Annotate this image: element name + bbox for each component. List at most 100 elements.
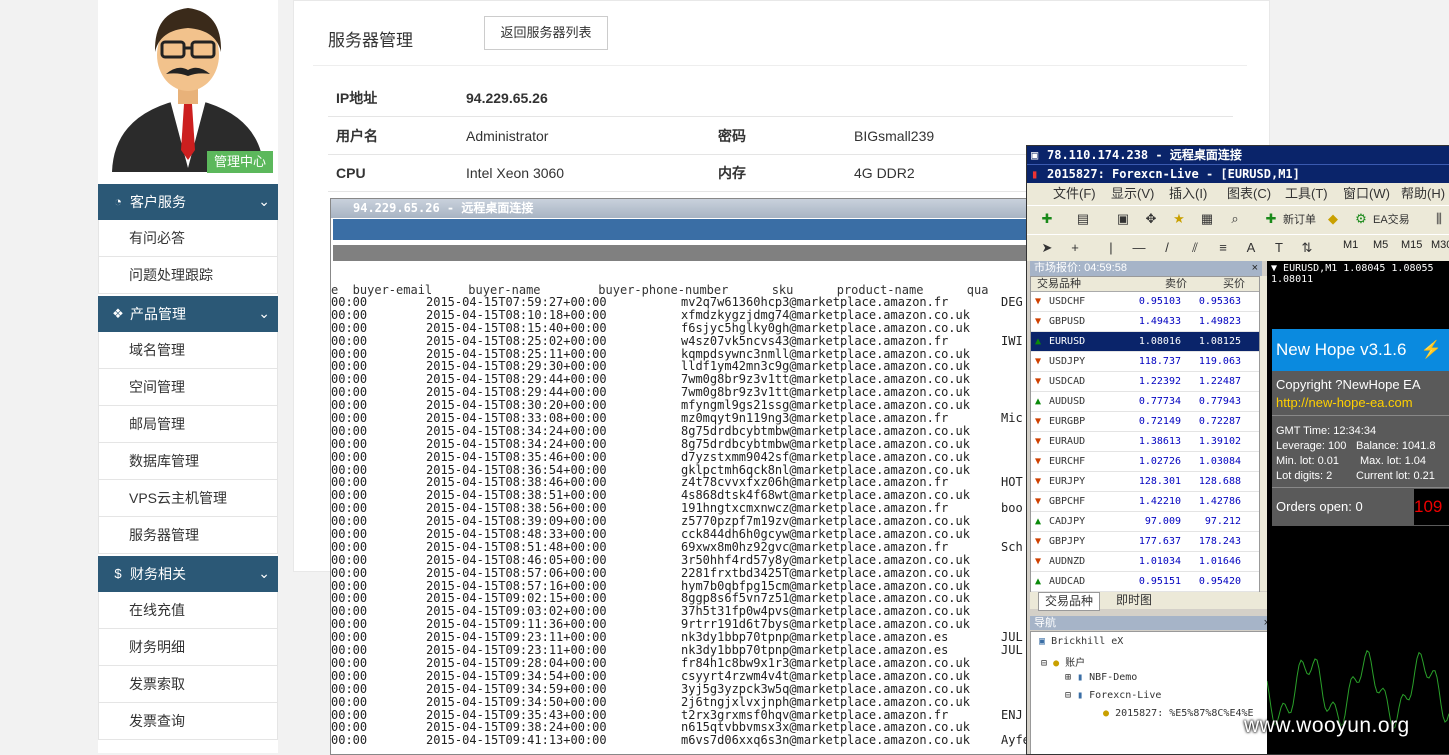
timeframe-m30[interactable]: M30	[1431, 239, 1449, 251]
lightning-icon: ⚡	[1420, 340, 1442, 359]
new-order-button[interactable]: 新订单	[1283, 211, 1316, 227]
fibonacci-icon[interactable]: ≡	[1213, 238, 1233, 258]
sidebar-item-issue-tracking[interactable]: 问题处理跟踪	[98, 257, 278, 294]
sidebar-item-recharge[interactable]: 在线充值	[98, 592, 278, 629]
nav-account-item[interactable]: ● 2015827: %E5%87%8C%E4%E	[1103, 708, 1254, 719]
new-chart-icon[interactable]: ✚	[1037, 209, 1057, 229]
tab-symbols[interactable]: 交易品种	[1038, 592, 1101, 611]
crosshair-icon[interactable]: +	[1065, 238, 1085, 258]
quote-row[interactable]: ▼ USDCAD 1.22392 1.22487	[1031, 372, 1259, 392]
text-icon[interactable]: A	[1241, 238, 1261, 258]
arrows-icon[interactable]: ⇅	[1297, 238, 1317, 258]
terminal-line: 00:00 2015-04-15T08:48:33+00:00 cck844dh6h…	[331, 527, 970, 542]
label-icon[interactable]: T	[1269, 238, 1289, 258]
sidebar-item-database[interactable]: 数据库管理	[98, 443, 278, 480]
channel-icon[interactable]: ⫽	[1185, 238, 1205, 258]
admin-center-badge[interactable]: 管理中心	[207, 151, 273, 173]
ip-row: IP地址 94.229.65.26	[328, 80, 1233, 117]
close-icon[interactable]: ×	[1252, 261, 1258, 276]
nav-accounts[interactable]: ⊟ ● 账户	[1041, 654, 1085, 669]
ea-info-panel: Copyright ?NewHope EA http://new-hope-ea…	[1272, 371, 1449, 526]
menu-file[interactable]: 文件(F)	[1053, 183, 1096, 205]
sidebar-item-domains[interactable]: 域名管理	[98, 332, 278, 369]
terminal-icon: ▣	[1039, 636, 1046, 647]
arrow-down-icon: ▼	[1035, 476, 1042, 487]
sidebar-item-finance-detail[interactable]: 财务明细	[98, 629, 278, 666]
market-watch-icon[interactable]: ▣	[1113, 209, 1133, 229]
quote-row[interactable]: ▲ EURUSD 1.08016 1.08125	[1031, 332, 1259, 352]
mt4-title-bar[interactable]: ▮ 2015827: Forexcn-Live - [EURUSD,M1]	[1027, 164, 1449, 183]
nav-live-server[interactable]: ⊟ ▮ Forexcn-Live	[1065, 690, 1161, 701]
navigator-icon[interactable]: ★	[1169, 209, 1189, 229]
horizontal-line-icon[interactable]: —	[1129, 238, 1149, 258]
quote-row[interactable]: ▼ EURGBP 0.72149 0.72287	[1031, 412, 1259, 432]
market-watch-title: 市场报价: 04:59:58 ×	[1030, 261, 1262, 276]
chart-bars-icon[interactable]: ⫼	[1429, 209, 1449, 229]
section-product-management[interactable]: ❖ 产品管理 ⌄	[98, 296, 278, 332]
section-finance[interactable]: $ 财务相关 ⌄	[98, 556, 278, 592]
data-window-icon[interactable]: ✥	[1141, 209, 1161, 229]
price-chart[interactable]: ▼ EURUSD,M1 1.08045 1.08055 1.08011 New …	[1267, 261, 1449, 754]
dashboard-icon: ◔	[114, 194, 122, 209]
expand-icon: ⊞	[1065, 672, 1072, 683]
quote-row[interactable]: ▼ GBPCHF 1.42210 1.42786	[1031, 492, 1259, 512]
menu-tools[interactable]: 工具(T)	[1285, 183, 1328, 205]
terminal-line: 00:00 2015-04-15T08:33:08+00:00 mz0mqyt9n1…	[331, 411, 1023, 426]
vertical-line-icon[interactable]: |	[1101, 238, 1121, 258]
quote-row[interactable]: ▼ EURAUD 1.38613 1.39102	[1031, 432, 1259, 452]
quote-row[interactable]: ▼ USDCHF 0.95103 0.95363	[1031, 292, 1259, 312]
ea-trade-icon[interactable]: ⚙	[1351, 209, 1371, 229]
sidebar-item-vps[interactable]: VPS云主机管理	[98, 480, 278, 517]
terminal-line: 00:00 2015-04-15T08:51:48+00:00 69xwx8m0hz…	[331, 539, 1023, 554]
terminal-line: 00:00 2015-04-15T09:28:04+00:00 fr84h1c8bw…	[331, 655, 970, 670]
section-customer-service[interactable]: ◔ 客户服务 ⌄	[98, 184, 278, 220]
rdp-window-1[interactable]: 94.229.65.26 - 远程桌面连接 e buyer-email buye…	[330, 198, 1032, 755]
watermark: www.wooyun.org	[1244, 714, 1410, 737]
menu-insert[interactable]: 插入(I)	[1169, 183, 1207, 205]
arrow-down-icon: ▼	[1035, 416, 1042, 427]
ea-trade-button[interactable]: EA交易	[1373, 211, 1410, 227]
timeframe-m15[interactable]: M15	[1401, 239, 1422, 251]
market-watch-header: 交易品种 卖价 买价	[1031, 277, 1259, 292]
quote-row[interactable]: ▼ AUDNZD 1.01034 1.01646	[1031, 552, 1259, 572]
menu-view[interactable]: 显示(V)	[1111, 183, 1154, 205]
quote-row[interactable]: ▲ CADJPY 97.009 97.212	[1031, 512, 1259, 532]
timeframe-m1[interactable]: M1	[1343, 239, 1358, 251]
timeframe-m5[interactable]: M5	[1373, 239, 1388, 251]
terminal-line: 00:00 2015-04-15T07:59:27+00:00 mv2q7w6136…	[331, 295, 1023, 309]
terminal-line: 00:00 2015-04-15T09:34:59+00:00 3yj5g3yzpc…	[331, 681, 970, 696]
nav-root[interactable]: ▣ Brickhill eX	[1039, 636, 1123, 647]
quote-row[interactable]: ▲ AUDCAD 0.95151 0.95420	[1031, 572, 1259, 592]
new-order-icon[interactable]: ✚	[1261, 209, 1281, 229]
menu-window[interactable]: 窗口(W)	[1343, 183, 1390, 205]
sidebar-item-faq[interactable]: 有问必答	[98, 220, 278, 257]
cursor-icon[interactable]: ➤	[1037, 238, 1057, 258]
tab-tick-chart[interactable]: 即时图	[1110, 592, 1158, 609]
sidebar-item-invoice-request[interactable]: 发票索取	[98, 666, 278, 703]
terminal-header: e buyer-email buyer-name buyer-phone-num…	[331, 283, 989, 297]
quote-row[interactable]: ▼ USDJPY 118.737 119.063	[1031, 352, 1259, 372]
market-watch-tabs: 交易品种 即时图	[1030, 592, 1274, 611]
quote-row[interactable]: ▼ EURJPY 128.301 128.688	[1031, 472, 1259, 492]
back-to-server-list-button[interactable]: 返回服务器列表	[484, 16, 608, 50]
metaeditor-icon[interactable]: ◆	[1323, 209, 1343, 229]
rdp-title-bar[interactable]: ▣ 78.110.174.238 - 远程桌面连接	[1027, 146, 1449, 164]
sidebar-item-invoice-query[interactable]: 发票查询	[98, 703, 278, 740]
mt4-rdp-window[interactable]: ▣ 78.110.174.238 - 远程桌面连接 ▮ 2015827: For…	[1026, 145, 1449, 755]
quote-row[interactable]: ▼ GBPUSD 1.49433 1.49823	[1031, 312, 1259, 332]
sidebar-item-hosting[interactable]: 空间管理	[98, 369, 278, 406]
quote-row[interactable]: ▲ AUDUSD 0.77734 0.77943	[1031, 392, 1259, 412]
quote-row[interactable]: ▼ GBPJPY 177.637 178.243	[1031, 532, 1259, 552]
terminal-icon[interactable]: ▦	[1197, 209, 1217, 229]
sidebar-item-mail[interactable]: 邮局管理	[98, 406, 278, 443]
tester-icon[interactable]: ⌕	[1225, 209, 1245, 229]
menu-help[interactable]: 帮助(H)	[1401, 183, 1445, 205]
trendline-icon[interactable]: /	[1157, 238, 1177, 258]
menu-charts[interactable]: 图表(C)	[1227, 183, 1271, 205]
nav-demo-server[interactable]: ⊞ ▮ NBF-Demo	[1065, 672, 1137, 683]
username-label: 用户名	[336, 128, 378, 144]
rdp-title-bar[interactable]: 94.229.65.26 - 远程桌面连接	[331, 199, 1031, 218]
quote-row[interactable]: ▼ EURCHF 1.02726 1.03084	[1031, 452, 1259, 472]
sidebar-item-servers[interactable]: 服务器管理	[98, 517, 278, 554]
profiles-icon[interactable]: ▤	[1073, 209, 1093, 229]
